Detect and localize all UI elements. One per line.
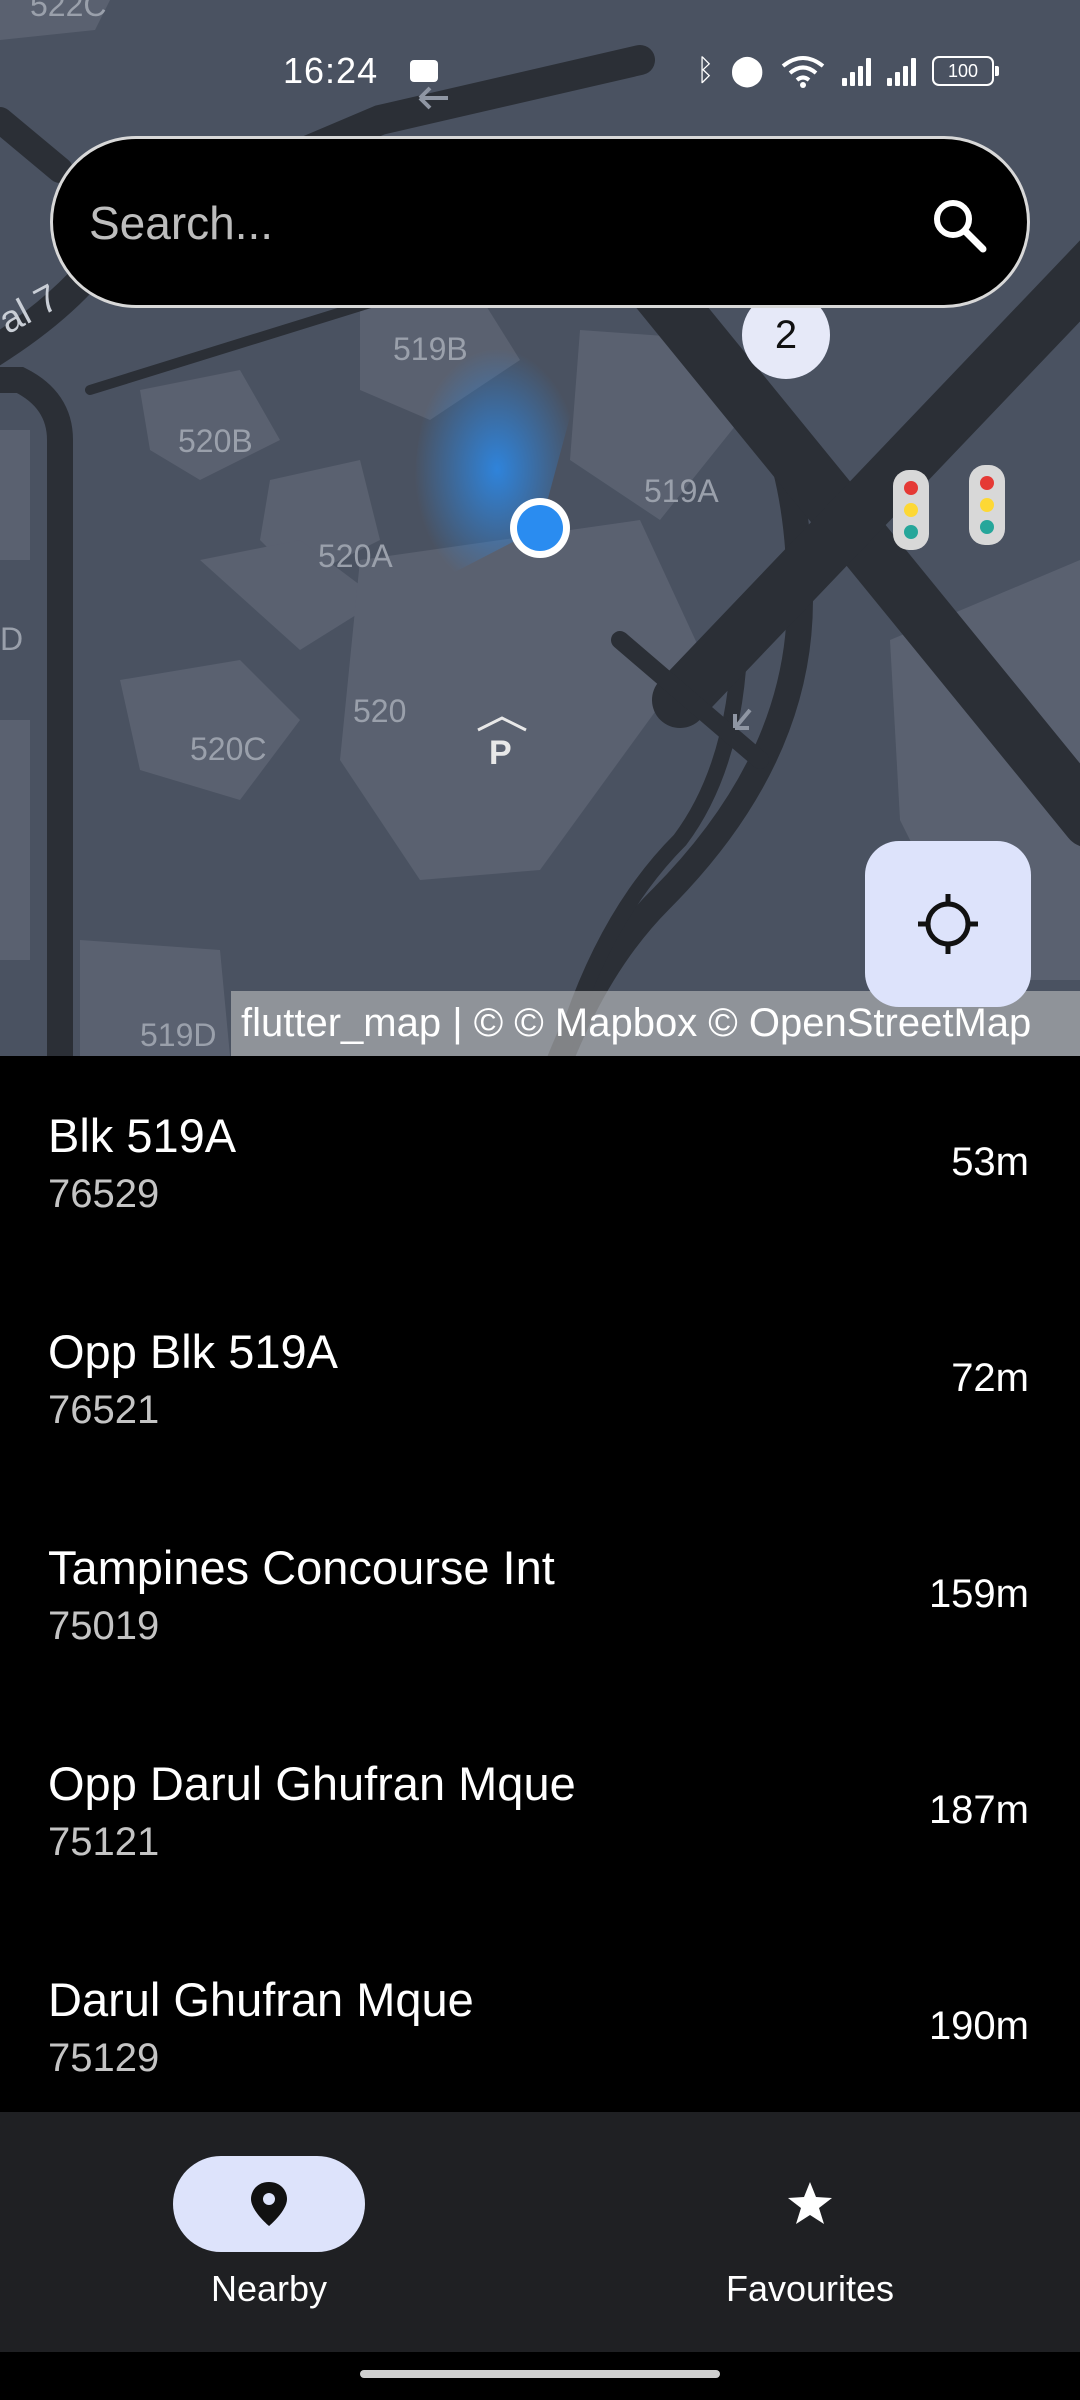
bluetooth-icon: ᛒ	[696, 54, 715, 87]
status-bar: 16:24 ᛒ ⬤ 100	[0, 40, 1080, 100]
stop-code: 76521	[48, 1388, 160, 1432]
svg-text:P: P	[489, 734, 512, 772]
map-label: 519A	[644, 473, 719, 509]
stop-code: 75019	[48, 1604, 160, 1648]
stop-name: Opp Darul Ghufran Mque	[48, 1757, 576, 1810]
crosshair-icon	[918, 894, 978, 954]
status-time: 16:24	[283, 50, 379, 91]
stop-distance: 190m	[928, 2004, 1029, 2048]
wifi-icon	[781, 56, 825, 88]
search-icon[interactable]	[929, 195, 989, 255]
stop-distance: 72m	[951, 1356, 1029, 1400]
stop-name: Blk 519A	[48, 1109, 237, 1162]
nav-item-favourites[interactable]: Favourites	[660, 2156, 960, 2316]
signal-strength-icon	[842, 56, 871, 86]
search-bar[interactable]	[50, 136, 1030, 308]
my-location-button[interactable]	[865, 841, 1031, 1007]
map-pin-icon	[251, 2182, 287, 2226]
map-label: 520	[353, 693, 406, 729]
stop-name: Tampines Concourse Int	[48, 1541, 555, 1594]
nav-active-indicator	[173, 2156, 365, 2252]
stop-name: Opp Blk 519A	[48, 1325, 339, 1378]
stop-code: 75121	[48, 1820, 160, 1864]
stop-code: 75129	[48, 2036, 160, 2080]
map-label: 520A	[318, 538, 393, 574]
list-item[interactable]: Opp Blk 519A 76521 72m	[0, 1272, 1080, 1488]
nearby-stops-list[interactable]: Blk 519A 76529 53m Opp Blk 519A 76521 72…	[0, 1056, 1080, 2112]
map-label: 520C	[190, 731, 267, 767]
map-label: D	[0, 621, 23, 657]
nav-label: Nearby	[210, 2268, 328, 2309]
app-screen: 522C 519B 520B 519A 520A 520 520C 519D D…	[0, 0, 1080, 2400]
nav-item-nearby[interactable]: Nearby	[119, 2156, 419, 2316]
map-label: 520B	[178, 423, 253, 459]
home-indicator[interactable]	[360, 2370, 720, 2378]
stop-name: Darul Ghufran Mque	[48, 1973, 474, 2026]
search-input[interactable]	[87, 139, 891, 307]
list-item[interactable]: Blk 519A 76529 53m	[0, 1056, 1080, 1272]
nav-icon-container	[714, 2156, 906, 2252]
list-item[interactable]: Tampines Concourse Int 75019 159m	[0, 1488, 1080, 1704]
traffic-light-icon	[893, 470, 929, 550]
bottom-navigation-bar: Nearby Favourites	[0, 2112, 1080, 2352]
message-icon	[410, 60, 438, 82]
signal-strength-icon	[887, 56, 916, 86]
map-label: 519D	[140, 1017, 217, 1053]
stop-distance: 159m	[928, 1572, 1029, 1616]
traffic-light-icon	[969, 465, 1005, 545]
map-label: 522C	[30, 0, 107, 23]
stop-distance: 187m	[928, 1788, 1029, 1832]
stop-code: 76529	[48, 1172, 160, 1216]
location-icon: ⬤	[730, 54, 764, 87]
nav-label: Favourites	[725, 2268, 895, 2309]
list-item[interactable]: Opp Darul Ghufran Mque 75121 187m	[0, 1704, 1080, 1920]
list-item[interactable]: Darul Ghufran Mque 75129 190m	[0, 1920, 1080, 2112]
star-icon	[788, 2182, 832, 2224]
battery-indicator: 100	[932, 56, 999, 86]
stop-distance: 53m	[951, 1140, 1029, 1184]
